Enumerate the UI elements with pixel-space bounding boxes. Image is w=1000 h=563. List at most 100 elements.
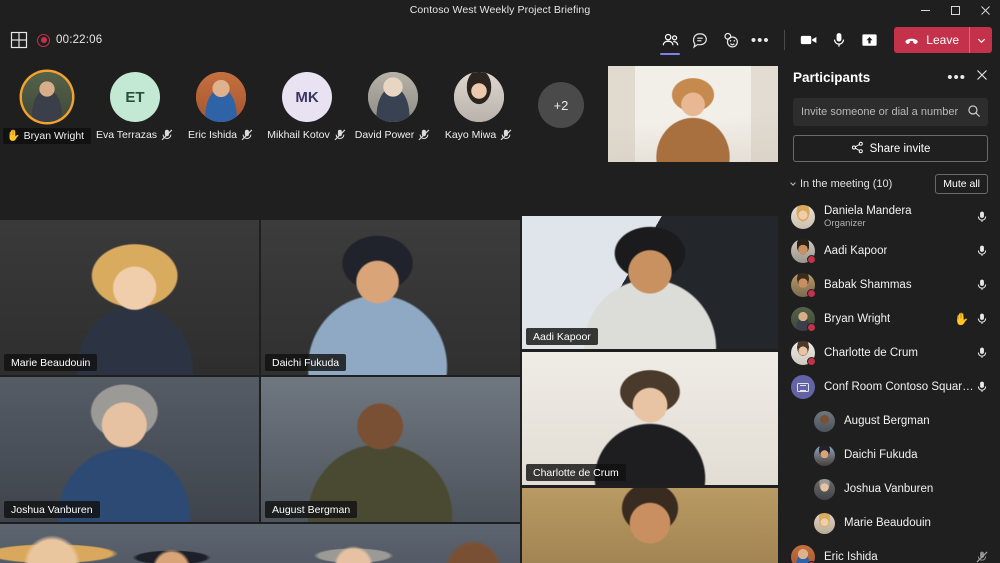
video-tile-daichi[interactable]: Daichi Fukuda — [261, 220, 520, 375]
window-controls — [910, 0, 1000, 20]
minimize-icon[interactable] — [910, 0, 940, 20]
participant-info: Daichi Fukuda — [844, 449, 918, 461]
mic-muted-icon[interactable] — [975, 550, 989, 563]
toolbar-left: 00:22:06 — [0, 31, 102, 49]
panel-actions: ••• — [947, 68, 988, 86]
participant-name: Bryan Wright — [824, 313, 890, 325]
meeting-toolbar: 00:22:06 — [0, 20, 1000, 60]
participant-row-babak[interactable]: Babak Shammas — [780, 268, 1000, 302]
tile-label: Marie Beaudouin — [4, 354, 97, 371]
toolbar-right: ••• — [655, 20, 1000, 60]
participant-name: Conf Room Contoso Square 14… — [824, 381, 975, 393]
mic-icon[interactable] — [975, 346, 989, 360]
close-icon[interactable] — [970, 0, 1000, 20]
mute-all-button[interactable]: Mute all — [935, 174, 988, 194]
title-bar: Contoso West Weekly Project Briefing — [0, 0, 1000, 20]
avatar — [791, 205, 815, 229]
avatar — [368, 72, 418, 122]
tile-label: Aadi Kapoor — [526, 328, 598, 345]
video-tile-aadi[interactable]: Aadi Kapoor — [522, 216, 778, 349]
participant-info: Marie Beaudouin — [844, 517, 931, 529]
video-stage: ✋ Bryan Wright ET Eva Terrazas Eric — [0, 60, 780, 563]
people-icon[interactable] — [655, 23, 685, 57]
video-tile-marie[interactable]: Marie Beaudouin — [0, 220, 259, 375]
avatar: MK — [282, 72, 332, 122]
participant-row-daniela[interactable]: Daniela Mandera Organizer — [780, 200, 1000, 234]
avatar — [791, 239, 815, 263]
search-input[interactable] — [793, 98, 988, 126]
window-title: Contoso West Weekly Project Briefing — [410, 4, 591, 16]
participant-name: Marie Beaudouin — [844, 517, 931, 529]
camera-icon[interactable] — [794, 23, 824, 57]
reactions-icon[interactable] — [715, 23, 745, 57]
avatar-chip-1[interactable]: ET Eva Terrazas — [92, 72, 178, 142]
avatar-name: Eric Ishida — [188, 128, 254, 142]
avatar-chip-4[interactable]: David Power — [350, 72, 436, 142]
search-icon — [967, 104, 981, 123]
video-tile-babak[interactable]: Babak Shammas — [522, 488, 778, 563]
share-screen-icon[interactable] — [854, 23, 884, 57]
avatar-chip-2[interactable]: Eric Ishida — [178, 72, 264, 142]
participant-row-daichi[interactable]: Daichi Fukuda — [780, 438, 1000, 472]
overflow-participants-chip[interactable]: +2 — [538, 82, 584, 128]
presence-badge-busy — [807, 357, 816, 366]
avatar-name: Eva Terrazas — [96, 128, 174, 142]
participant-row-joshua[interactable]: Joshua Vanburen — [780, 472, 1000, 506]
participant-name: Charlotte de Crum — [824, 347, 918, 359]
mic-icon[interactable] — [975, 278, 989, 292]
participant-row-charlotte[interactable]: Charlotte de Crum — [780, 336, 1000, 370]
participant-info: Daniela Mandera Organizer — [824, 205, 912, 229]
participant-row-aadi[interactable]: Aadi Kapoor — [780, 234, 1000, 268]
avatar — [791, 273, 815, 297]
in-meeting-section-header: In the meeting (10) Mute all — [786, 173, 988, 195]
leave-button[interactable]: Leave — [894, 27, 992, 53]
avatar-chip-0[interactable]: ✋ Bryan Wright — [4, 72, 90, 144]
participant-row-conf-room[interactable]: Conf Room Contoso Square 14… — [780, 370, 1000, 404]
avatar — [791, 307, 815, 331]
video-tile-daniela[interactable] — [608, 66, 778, 162]
video-tile-august[interactable]: August Bergman — [261, 377, 520, 522]
mic-icon[interactable] — [975, 380, 989, 394]
avatar-chip-3[interactable]: MK Mikhail Kotov — [264, 72, 350, 142]
participant-info: Babak Shammas — [824, 279, 912, 291]
close-icon[interactable] — [976, 68, 988, 86]
mic-muted-icon — [417, 128, 431, 142]
chat-icon[interactable] — [685, 23, 715, 57]
more-options-icon[interactable]: ••• — [745, 23, 775, 57]
mic-muted-icon — [499, 128, 513, 142]
avatar — [22, 72, 72, 122]
mic-icon[interactable] — [975, 244, 989, 258]
video-tile-charlotte[interactable]: Charlotte de Crum — [522, 352, 778, 485]
panel-header: Participants ••• — [780, 60, 1000, 94]
chevron-down-icon[interactable] — [786, 180, 800, 188]
participant-controls — [975, 346, 989, 360]
mic-icon[interactable] — [975, 210, 989, 224]
mic-muted-icon — [160, 128, 174, 142]
chevron-down-icon[interactable] — [970, 27, 992, 53]
participant-row-august[interactable]: August Bergman — [780, 404, 1000, 438]
participant-row-bryan[interactable]: Bryan Wright ✋ — [780, 302, 1000, 336]
participant-info: August Bergman — [844, 415, 930, 427]
mic-icon[interactable] — [975, 312, 989, 326]
video-tile-joshua[interactable]: Joshua Vanburen — [0, 377, 259, 522]
share-invite-button[interactable]: Share invite — [793, 135, 988, 162]
participant-row-eric[interactable]: Eric Ishida — [780, 540, 1000, 563]
leave-button-main[interactable]: Leave — [894, 27, 969, 53]
grid-layout-icon[interactable] — [10, 31, 28, 49]
avatar — [814, 445, 835, 466]
more-options-icon[interactable]: ••• — [947, 70, 966, 85]
participant-name: Babak Shammas — [824, 279, 912, 291]
microphone-icon[interactable] — [824, 23, 854, 57]
raised-hand-icon: ✋ — [954, 313, 969, 325]
tile-label: Daichi Fukuda — [265, 354, 346, 371]
avatar-chip-5[interactable]: Kayo Miwa — [436, 72, 522, 142]
tile-label: Charlotte de Crum — [526, 464, 626, 481]
avatar-name: ✋ Bryan Wright — [3, 128, 91, 144]
avatar — [814, 479, 835, 500]
maximize-icon[interactable] — [940, 0, 970, 20]
video-tile-conf-room[interactable]: Conf Room Contoso Square 1432 (5) … — [0, 524, 520, 563]
participant-name: Daichi Fukuda — [844, 449, 918, 461]
presence-badge-busy — [807, 323, 816, 332]
participant-name: Daniela Mandera — [824, 205, 912, 217]
participant-row-marie[interactable]: Marie Beaudouin — [780, 506, 1000, 540]
